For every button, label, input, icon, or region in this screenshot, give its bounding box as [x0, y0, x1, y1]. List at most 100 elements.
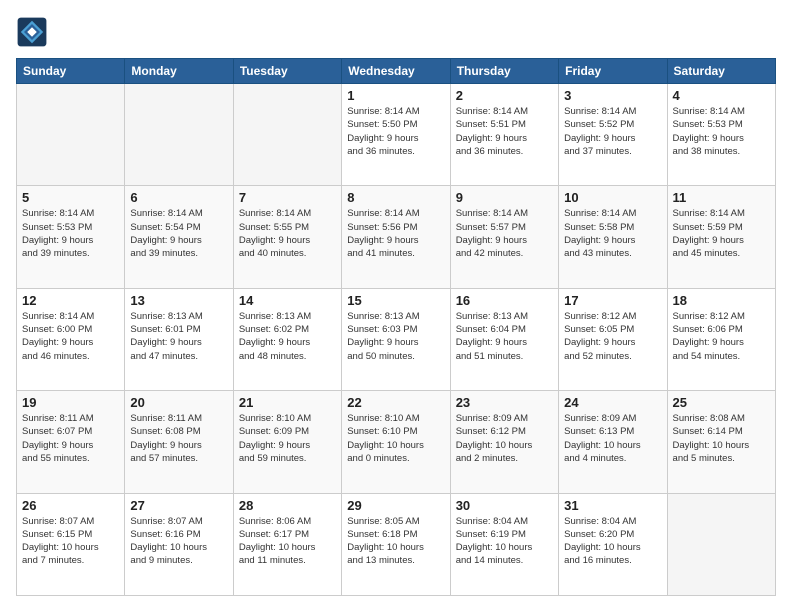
calendar-cell: 19 Sunrise: 8:11 AM Sunset: 6:07 PM Dayli… — [17, 391, 125, 493]
day-info: Sunrise: 8:14 AM Sunset: 5:57 PM Dayligh… — [456, 207, 553, 260]
day-number: 27 — [130, 498, 227, 513]
day-info: Sunrise: 8:14 AM Sunset: 5:54 PM Dayligh… — [130, 207, 227, 260]
day-number: 17 — [564, 293, 661, 308]
week-row-4: 19 Sunrise: 8:11 AM Sunset: 6:07 PM Dayli… — [17, 391, 776, 493]
calendar-cell: 9 Sunrise: 8:14 AM Sunset: 5:57 PM Daylig… — [450, 186, 558, 288]
day-info: Sunrise: 8:10 AM Sunset: 6:10 PM Dayligh… — [347, 412, 444, 465]
logo — [16, 16, 52, 48]
day-number: 1 — [347, 88, 444, 103]
day-number: 23 — [456, 395, 553, 410]
day-number: 15 — [347, 293, 444, 308]
calendar-cell: 16 Sunrise: 8:13 AM Sunset: 6:04 PM Dayli… — [450, 288, 558, 390]
calendar-cell: 25 Sunrise: 8:08 AM Sunset: 6:14 PM Dayli… — [667, 391, 775, 493]
weekday-header-sunday: Sunday — [17, 59, 125, 84]
weekday-header-wednesday: Wednesday — [342, 59, 450, 84]
week-row-2: 5 Sunrise: 8:14 AM Sunset: 5:53 PM Daylig… — [17, 186, 776, 288]
day-info: Sunrise: 8:14 AM Sunset: 5:56 PM Dayligh… — [347, 207, 444, 260]
calendar-cell: 5 Sunrise: 8:14 AM Sunset: 5:53 PM Daylig… — [17, 186, 125, 288]
day-info: Sunrise: 8:14 AM Sunset: 5:55 PM Dayligh… — [239, 207, 336, 260]
day-info: Sunrise: 8:10 AM Sunset: 6:09 PM Dayligh… — [239, 412, 336, 465]
day-info: Sunrise: 8:08 AM Sunset: 6:14 PM Dayligh… — [673, 412, 770, 465]
page: SundayMondayTuesdayWednesdayThursdayFrid… — [0, 0, 792, 612]
calendar-cell — [233, 84, 341, 186]
calendar-cell: 1 Sunrise: 8:14 AM Sunset: 5:50 PM Daylig… — [342, 84, 450, 186]
week-row-1: 1 Sunrise: 8:14 AM Sunset: 5:50 PM Daylig… — [17, 84, 776, 186]
day-info: Sunrise: 8:13 AM Sunset: 6:03 PM Dayligh… — [347, 310, 444, 363]
day-number: 5 — [22, 190, 119, 205]
calendar-table: SundayMondayTuesdayWednesdayThursdayFrid… — [16, 58, 776, 596]
calendar-cell: 11Sunrise: 8:14 AM Sunset: 5:59 PM Dayli… — [667, 186, 775, 288]
day-number: 18 — [673, 293, 770, 308]
week-row-5: 26 Sunrise: 8:07 AM Sunset: 6:15 PM Dayli… — [17, 493, 776, 595]
day-number: 22 — [347, 395, 444, 410]
day-info: Sunrise: 8:09 AM Sunset: 6:12 PM Dayligh… — [456, 412, 553, 465]
day-info: Sunrise: 8:05 AM Sunset: 6:18 PM Dayligh… — [347, 515, 444, 568]
day-number: 30 — [456, 498, 553, 513]
day-info: Sunrise: 8:11 AM Sunset: 6:08 PM Dayligh… — [130, 412, 227, 465]
day-number: 25 — [673, 395, 770, 410]
calendar-cell: 8 Sunrise: 8:14 AM Sunset: 5:56 PM Daylig… — [342, 186, 450, 288]
calendar-cell: 30 Sunrise: 8:04 AM Sunset: 6:19 PM Dayli… — [450, 493, 558, 595]
day-number: 24 — [564, 395, 661, 410]
day-info: Sunrise: 8:13 AM Sunset: 6:04 PM Dayligh… — [456, 310, 553, 363]
weekday-header-tuesday: Tuesday — [233, 59, 341, 84]
calendar-cell — [667, 493, 775, 595]
calendar-cell: 22 Sunrise: 8:10 AM Sunset: 6:10 PM Dayli… — [342, 391, 450, 493]
day-info: Sunrise: 8:13 AM Sunset: 6:01 PM Dayligh… — [130, 310, 227, 363]
calendar-cell: 24 Sunrise: 8:09 AM Sunset: 6:13 PM Dayli… — [559, 391, 667, 493]
calendar-cell: 26 Sunrise: 8:07 AM Sunset: 6:15 PM Dayli… — [17, 493, 125, 595]
day-number: 19 — [22, 395, 119, 410]
day-number: 16 — [456, 293, 553, 308]
day-number: 21 — [239, 395, 336, 410]
weekday-header-thursday: Thursday — [450, 59, 558, 84]
calendar-cell: 21 Sunrise: 8:10 AM Sunset: 6:09 PM Dayli… — [233, 391, 341, 493]
calendar-cell: 2Sunrise: 8:14 AM Sunset: 5:51 PM Daylig… — [450, 84, 558, 186]
day-info: Sunrise: 8:06 AM Sunset: 6:17 PM Dayligh… — [239, 515, 336, 568]
week-row-3: 12 Sunrise: 8:14 AM Sunset: 6:00 PM Dayli… — [17, 288, 776, 390]
calendar-cell: 31 Sunrise: 8:04 AM Sunset: 6:20 PM Dayli… — [559, 493, 667, 595]
day-info: Sunrise: 8:04 AM Sunset: 6:20 PM Dayligh… — [564, 515, 661, 568]
calendar-cell — [125, 84, 233, 186]
day-info: Sunrise: 8:12 AM Sunset: 6:05 PM Dayligh… — [564, 310, 661, 363]
day-info: Sunrise: 8:09 AM Sunset: 6:13 PM Dayligh… — [564, 412, 661, 465]
logo-icon — [16, 16, 48, 48]
calendar-cell: 4Sunrise: 8:14 AM Sunset: 5:53 PM Daylig… — [667, 84, 775, 186]
day-info: Sunrise: 8:04 AM Sunset: 6:19 PM Dayligh… — [456, 515, 553, 568]
calendar-cell: 7 Sunrise: 8:14 AM Sunset: 5:55 PM Daylig… — [233, 186, 341, 288]
weekday-header-monday: Monday — [125, 59, 233, 84]
calendar-cell: 13 Sunrise: 8:13 AM Sunset: 6:01 PM Dayli… — [125, 288, 233, 390]
day-number: 20 — [130, 395, 227, 410]
calendar-cell: 18Sunrise: 8:12 AM Sunset: 6:06 PM Dayli… — [667, 288, 775, 390]
header — [16, 16, 776, 48]
calendar-cell: 15 Sunrise: 8:13 AM Sunset: 6:03 PM Dayli… — [342, 288, 450, 390]
day-number: 9 — [456, 190, 553, 205]
day-number: 12 — [22, 293, 119, 308]
day-info: Sunrise: 8:07 AM Sunset: 6:15 PM Dayligh… — [22, 515, 119, 568]
day-number: 14 — [239, 293, 336, 308]
day-info: Sunrise: 8:14 AM Sunset: 5:53 PM Dayligh… — [22, 207, 119, 260]
calendar-cell: 27Sunrise: 8:07 AM Sunset: 6:16 PM Dayli… — [125, 493, 233, 595]
day-info: Sunrise: 8:13 AM Sunset: 6:02 PM Dayligh… — [239, 310, 336, 363]
day-info: Sunrise: 8:11 AM Sunset: 6:07 PM Dayligh… — [22, 412, 119, 465]
day-number: 4 — [673, 88, 770, 103]
day-info: Sunrise: 8:14 AM Sunset: 5:51 PM Dayligh… — [456, 105, 553, 158]
calendar-cell: 29 Sunrise: 8:05 AM Sunset: 6:18 PM Dayli… — [342, 493, 450, 595]
day-number: 7 — [239, 190, 336, 205]
day-info: Sunrise: 8:14 AM Sunset: 5:50 PM Dayligh… — [347, 105, 444, 158]
day-number: 13 — [130, 293, 227, 308]
day-number: 28 — [239, 498, 336, 513]
day-number: 26 — [22, 498, 119, 513]
calendar-cell — [17, 84, 125, 186]
calendar-cell: 10Sunrise: 8:14 AM Sunset: 5:58 PM Dayli… — [559, 186, 667, 288]
day-info: Sunrise: 8:14 AM Sunset: 6:00 PM Dayligh… — [22, 310, 119, 363]
calendar-cell: 23 Sunrise: 8:09 AM Sunset: 6:12 PM Dayli… — [450, 391, 558, 493]
day-number: 3 — [564, 88, 661, 103]
day-number: 8 — [347, 190, 444, 205]
day-number: 31 — [564, 498, 661, 513]
calendar-cell: 28 Sunrise: 8:06 AM Sunset: 6:17 PM Dayli… — [233, 493, 341, 595]
day-number: 10 — [564, 190, 661, 205]
calendar-cell: 20 Sunrise: 8:11 AM Sunset: 6:08 PM Dayli… — [125, 391, 233, 493]
calendar-cell: 6Sunrise: 8:14 AM Sunset: 5:54 PM Daylig… — [125, 186, 233, 288]
weekday-header-friday: Friday — [559, 59, 667, 84]
day-number: 29 — [347, 498, 444, 513]
